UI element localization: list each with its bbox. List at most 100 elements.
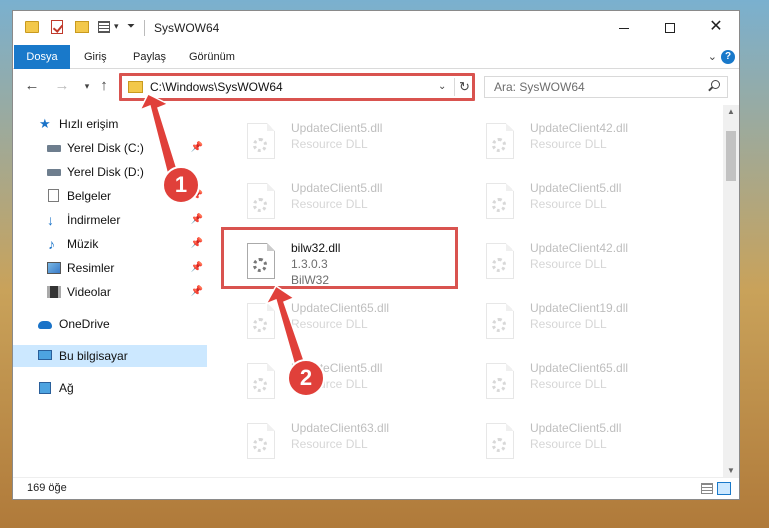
- file-tile[interactable]: UpdateClient42.dll Resource DLL: [472, 113, 702, 171]
- dll-file-icon: [247, 423, 275, 459]
- pin-icon[interactable]: 📌: [191, 137, 203, 159]
- tab-file[interactable]: Dosya: [14, 45, 70, 69]
- back-arrow-icon[interactable]: ←: [23, 77, 41, 94]
- sidebar-item-label: Yerel Disk (C:): [67, 141, 144, 155]
- address-bar[interactable]: C:\Windows\SysWOW64 ⌄ ↻: [121, 75, 473, 99]
- recent-locations-icon[interactable]: ▾: [78, 81, 96, 92]
- search-icon[interactable]: [708, 80, 720, 91]
- customize-toolbar-icon[interactable]: ⏷: [127, 21, 135, 37]
- file-description: Resource DLL: [530, 137, 607, 151]
- tab-view[interactable]: Görünüm: [181, 45, 243, 69]
- drive-icon: [47, 145, 61, 152]
- file-name: UpdateClient5.dll: [530, 421, 622, 435]
- scroll-down-icon[interactable]: ▼: [727, 466, 735, 475]
- folder-icon: [128, 81, 143, 93]
- search-input[interactable]: Ara: SysWOW64: [484, 76, 728, 98]
- file-description: Resource DLL: [291, 437, 368, 451]
- tab-home[interactable]: Giriş: [76, 45, 115, 69]
- sidebar-item-music[interactable]: ♪ Müzik 📌: [13, 233, 207, 255]
- dll-file-icon: [247, 183, 275, 219]
- sidebar-item-onedrive[interactable]: OneDrive: [13, 313, 207, 335]
- file-tile[interactable]: UpdateClient42.dll Resource DLL: [472, 233, 702, 291]
- dll-file-icon: [247, 363, 275, 399]
- sidebar-item-downloads[interactable]: ↓ İndirmeler 📌: [13, 209, 207, 231]
- star-icon: ★: [39, 116, 51, 131]
- sidebar-item-label: Hızlı erişim: [59, 117, 119, 131]
- gear-icon: [492, 378, 506, 392]
- file-name: UpdateClient42.dll: [530, 241, 629, 255]
- file-tile[interactable]: UpdateClient5.dll Resource DLL: [472, 413, 702, 465]
- item-count: 169 öğe: [27, 482, 67, 494]
- address-path[interactable]: C:\Windows\SysWOW64: [150, 80, 283, 94]
- scroll-up-icon[interactable]: ▲: [727, 107, 735, 116]
- file-description: Resource DLL: [291, 137, 368, 151]
- file-tile[interactable]: UpdateClient5.dll Resource DLL: [233, 173, 463, 231]
- dll-file-icon: [486, 303, 514, 339]
- sidebar-item-network[interactable]: Ağ: [13, 377, 207, 399]
- file-tile[interactable]: UpdateClient19.dll Resource DLL: [472, 293, 702, 351]
- sidebar-item-local-disk-c[interactable]: Yerel Disk (C:) 📌: [13, 137, 207, 159]
- pin-icon[interactable]: 📌: [191, 257, 203, 279]
- close-button[interactable]: ✕: [693, 15, 739, 41]
- ribbon-tabs: Dosya Giriş Paylaş Görünüm ⌄ ?: [13, 45, 739, 69]
- scroll-thumb[interactable]: [726, 131, 736, 181]
- chevron-down-icon[interactable]: ▾: [114, 21, 119, 37]
- file-description: Resource DLL: [530, 257, 607, 271]
- network-icon: [39, 382, 51, 394]
- cloud-icon: [38, 321, 52, 329]
- sidebar-item-videos[interactable]: Videolar 📌: [13, 281, 207, 303]
- up-arrow-icon[interactable]: ↑: [95, 77, 113, 94]
- step-badge-1: 1: [162, 166, 200, 204]
- tab-share[interactable]: Paylaş: [125, 45, 174, 69]
- file-description: Resource DLL: [530, 377, 607, 391]
- file-name: UpdateClient65.dll: [530, 361, 629, 375]
- properties-check-icon[interactable]: [51, 20, 63, 34]
- drive-icon: [47, 169, 61, 176]
- rename-icon[interactable]: [98, 21, 110, 33]
- file-version: 1.3.0.3: [291, 257, 328, 271]
- sidebar-item-this-pc[interactable]: Bu bilgisayar: [13, 345, 207, 367]
- dll-file-icon: [486, 243, 514, 279]
- file-tile[interactable]: UpdateClient65.dll Resource DLL: [472, 353, 702, 411]
- tiles-view-icon[interactable]: [717, 482, 731, 495]
- pin-icon[interactable]: 📌: [191, 233, 203, 255]
- forward-arrow-icon[interactable]: →: [53, 77, 71, 94]
- expand-ribbon-icon[interactable]: ⌄: [708, 50, 717, 63]
- file-tile-bilw32[interactable]: bilw32.dll 1.3.0.3 BilW32: [233, 233, 463, 291]
- gear-icon: [253, 318, 267, 332]
- address-divider: [454, 78, 455, 96]
- file-name: UpdateClient65.dll: [291, 301, 390, 315]
- file-name: UpdateClient5.dll: [291, 181, 383, 195]
- file-description: Resource DLL: [291, 317, 368, 331]
- download-icon: ↓: [47, 212, 54, 228]
- file-tile[interactable]: UpdateClient5.dll Resource DLL: [472, 173, 702, 231]
- sidebar-item-label: Belgeler: [67, 189, 112, 203]
- dll-file-icon: [486, 123, 514, 159]
- file-tile[interactable]: UpdateClient5.dll Resource DLL: [233, 353, 463, 411]
- maximize-button[interactable]: [647, 15, 693, 41]
- file-tile[interactable]: UpdateClient63.dll Resource DLL: [233, 413, 463, 465]
- sidebar-item-quick-access[interactable]: ★ Hızlı erişim: [13, 113, 207, 135]
- sidebar-item-label: Müzik: [67, 237, 99, 251]
- pin-icon[interactable]: 📌: [191, 281, 203, 303]
- file-name: UpdateClient5.dll: [530, 181, 622, 195]
- help-icon[interactable]: ?: [721, 50, 735, 64]
- refresh-icon[interactable]: ↻: [459, 79, 470, 95]
- vertical-scrollbar[interactable]: ▲ ▼: [723, 105, 739, 477]
- gear-icon: [253, 378, 267, 392]
- new-folder-icon[interactable]: [75, 21, 89, 33]
- pictures-icon: [47, 262, 61, 274]
- file-tile[interactable]: UpdateClient5.dll Resource DLL: [233, 113, 463, 171]
- minimize-button[interactable]: [601, 15, 647, 41]
- title-bar: ▾ ⏷ SysWOW64 ✕: [13, 11, 739, 43]
- folder-icon[interactable]: [25, 21, 39, 33]
- search-placeholder: Ara: SysWOW64: [494, 80, 585, 94]
- gear-icon: [492, 138, 506, 152]
- file-tile[interactable]: UpdateClient65.dll Resource DLL: [233, 293, 463, 351]
- chevron-down-icon[interactable]: ⌄: [438, 81, 446, 92]
- dll-file-icon: [247, 123, 275, 159]
- file-name: UpdateClient63.dll: [291, 421, 390, 435]
- pin-icon[interactable]: 📌: [191, 209, 203, 231]
- details-view-icon[interactable]: [701, 483, 713, 494]
- sidebar-item-pictures[interactable]: Resimler 📌: [13, 257, 207, 279]
